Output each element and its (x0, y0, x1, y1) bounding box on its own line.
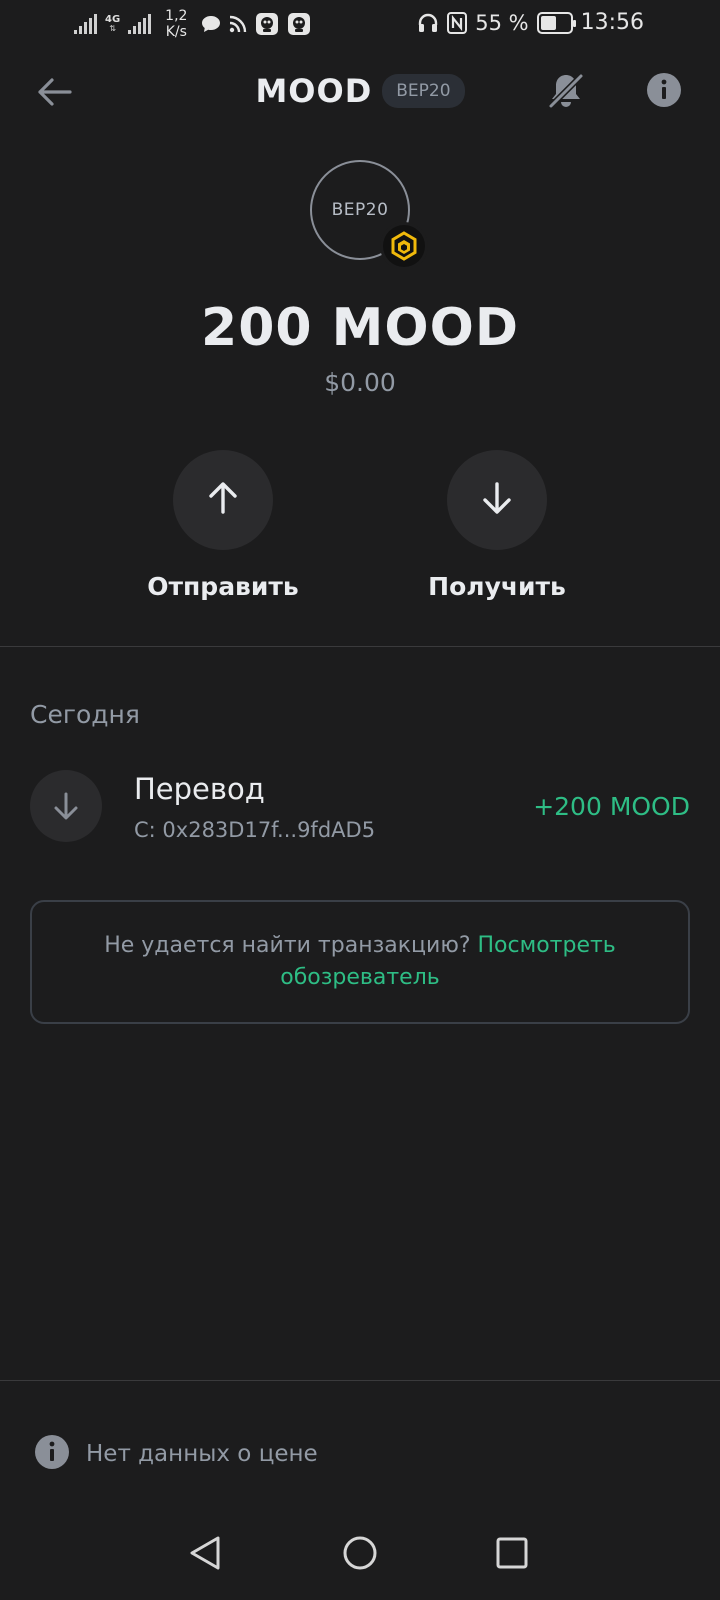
transaction-amount: +200 MOOD (533, 792, 690, 821)
receive-button[interactable]: Получить (397, 450, 597, 601)
title-group: MOOD BEP20 (0, 72, 720, 110)
price-alert-button[interactable] (544, 70, 588, 114)
chain-badge: BEP20 (382, 74, 465, 108)
transaction-row[interactable]: Перевод С: 0x283D17f...9fdAD5 +200 MOOD (30, 770, 690, 842)
divider-footer (0, 1380, 720, 1381)
nav-recents-button[interactable] (487, 1530, 537, 1580)
price-note-text: Нет данных о цене (86, 1441, 318, 1467)
price-note: Нет данных о цене (34, 1434, 318, 1474)
fiat-value: $0.00 (324, 368, 396, 397)
send-label: Отправить (147, 572, 299, 601)
arrow-down-icon (479, 480, 515, 520)
transaction-from: С: 0x283D17f...9fdAD5 (134, 818, 376, 842)
info-icon (34, 1434, 70, 1474)
nav-home-button[interactable] (335, 1530, 385, 1580)
network-speed: 1,2 K/s (165, 8, 187, 40)
network-indicator: 4G ⇅ (105, 14, 121, 33)
headphones-icon (417, 12, 439, 34)
info-icon (646, 72, 682, 112)
send-button[interactable]: Отправить (123, 450, 323, 601)
app-notification-icon (255, 12, 279, 36)
receive-circle[interactable] (447, 450, 547, 550)
signal-strength-icon (74, 14, 97, 34)
page-title: MOOD (255, 72, 373, 110)
status-left: 4G ⇅ 1,2 K/s (74, 8, 311, 40)
speed-unit: K/s (165, 24, 187, 40)
transaction-type: Перевод (134, 772, 265, 806)
bell-off-icon (546, 70, 586, 114)
send-circle[interactable] (173, 450, 273, 550)
explorer-prompt: Не удается найти транзакцию? (104, 933, 471, 958)
system-nav-bar (0, 1530, 720, 1600)
divider (0, 646, 720, 647)
triangle-back-icon (188, 1535, 222, 1575)
token-balance: 200 MOOD (201, 298, 519, 358)
explorer-notice: Не удается найти транзакцию? Посмотреть … (30, 900, 690, 1024)
token-info-button[interactable] (644, 72, 684, 112)
battery-percent: 55 % (475, 10, 529, 35)
square-recents-icon (496, 1537, 528, 1573)
nav-back-button[interactable] (180, 1530, 230, 1580)
arrow-up-icon (205, 480, 241, 520)
circle-home-icon (342, 1535, 378, 1575)
status-bar: 4G ⇅ 1,2 K/s 55 % 13:56 (0, 0, 720, 48)
battery-icon (536, 11, 576, 34)
header: MOOD BEP20 (0, 58, 720, 128)
receive-label: Получить (428, 572, 566, 601)
rss-icon (229, 15, 247, 33)
bnb-chain-icon (380, 222, 428, 270)
status-right: 55 % 13:56 (417, 10, 644, 35)
app-notification-icon-2 (287, 12, 311, 36)
speed-value: 1,2 (165, 8, 188, 24)
clock: 13:56 (580, 10, 644, 35)
date-header: Сегодня (30, 700, 140, 729)
battery-level (540, 15, 556, 30)
signal-strength-icon-2 (128, 14, 152, 34)
chat-bubble-icon (201, 15, 221, 33)
nfc-icon (447, 11, 468, 34)
incoming-tx-icon (30, 770, 102, 842)
